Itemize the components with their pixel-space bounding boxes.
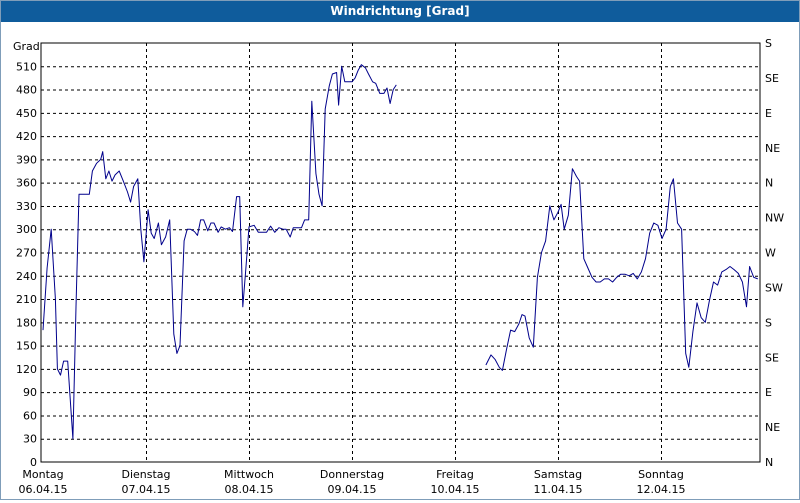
y-tick-label: 270 — [16, 247, 37, 260]
x-tick-date: 09.04.15 — [328, 483, 377, 496]
x-tick-date: 11.04.15 — [534, 483, 583, 496]
compass-label: SW — [765, 281, 783, 294]
y-tick-label: 180 — [16, 316, 37, 329]
x-tick-day: Sonntag — [638, 468, 684, 481]
x-tick-day: Mittwoch — [224, 468, 274, 481]
compass-label: N — [765, 456, 773, 469]
compass-label: S — [765, 316, 772, 329]
y-tick-label: 480 — [16, 84, 37, 97]
y-tick-label: 390 — [16, 153, 37, 166]
compass-label: E — [765, 386, 772, 399]
plot-frame — [40, 42, 761, 463]
x-tick-date: 07.04.15 — [122, 483, 171, 496]
compass-label: W — [765, 247, 776, 260]
y-tick-label: 60 — [23, 409, 37, 422]
compass-label: NE — [765, 142, 780, 155]
y-tick-label: 30 — [23, 433, 37, 446]
y-tick-label: 210 — [16, 293, 37, 306]
x-tick-date: 06.04.15 — [19, 483, 68, 496]
compass-label: NW — [765, 212, 784, 225]
compass-label: E — [765, 107, 772, 120]
y-tick-label: 330 — [16, 200, 37, 213]
compass-label: SE — [765, 351, 779, 364]
x-tick-date: 10.04.15 — [431, 483, 480, 496]
compass-label: N — [765, 177, 773, 190]
y-tick-label: 240 — [16, 270, 37, 283]
x-tick-day: Dienstag — [121, 468, 170, 481]
y-tick-label: 300 — [16, 223, 37, 236]
x-tick-day: Montag — [22, 468, 63, 481]
y-tick-label: 90 — [23, 386, 37, 399]
wind-direction-chart: 0306090120150180210240270300330360390420… — [13, 37, 784, 496]
x-tick-day: Freitag — [436, 468, 474, 481]
y-tick-label: 150 — [16, 340, 37, 353]
compass-label: S — [765, 37, 772, 50]
y-tick-label: 420 — [16, 130, 37, 143]
y-tick-label: 120 — [16, 363, 37, 376]
x-tick-date: 08.04.15 — [225, 483, 274, 496]
chart-window: Windrichtung [Grad] 0 30 60 90 120 150 180 210 2… — [0, 0, 800, 500]
y-tick-label: 450 — [16, 107, 37, 120]
y-axis-label: Grad — [13, 40, 40, 53]
window-title: Windrichtung [Grad] — [1, 1, 799, 22]
x-tick-day: Samstag — [534, 468, 582, 481]
y-tick-label: 360 — [16, 177, 37, 190]
y-tick-label: 510 — [16, 60, 37, 73]
chart-area: 0 30 60 90 120 150 180 210 240 270 300 330 360 390 420… — [1, 22, 799, 499]
x-tick-date: 12.04.15 — [637, 483, 686, 496]
compass-label: NE — [765, 421, 780, 434]
compass-label: SE — [765, 72, 779, 85]
x-tick-day: Donnerstag — [320, 468, 384, 481]
